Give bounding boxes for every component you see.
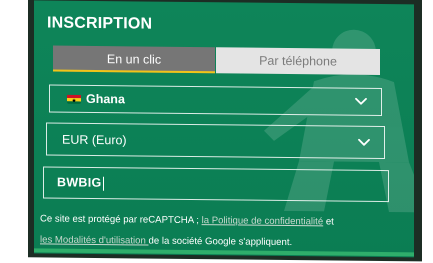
- country-value: Ghana: [86, 91, 125, 107]
- terms-of-use-link[interactable]: les Modalités d'utilisation: [40, 234, 148, 246]
- registration-screen: INSCRIPTION En un clic Par téléphone Gha…: [0, 0, 433, 263]
- text-cursor: [102, 176, 104, 191]
- country-select[interactable]: Ghana: [49, 84, 382, 117]
- recaptcha-text-1: Ce site est protégé par reCAPTCHA ;: [40, 213, 202, 227]
- recaptcha-text-3: de la société Google s'appliquent.: [148, 235, 293, 249]
- promo-code-input[interactable]: BWBIG: [43, 166, 389, 203]
- tab-one-click[interactable]: En un clic: [53, 45, 215, 74]
- tab-phone[interactable]: Par téléphone: [216, 47, 380, 75]
- promo-code-value: BWBIG: [57, 175, 104, 191]
- form-title: INSCRIPTION: [47, 14, 153, 33]
- ghana-flag-icon: [67, 94, 81, 104]
- registration-panel: INSCRIPTION En un clic Par téléphone Gha…: [0, 0, 433, 263]
- recaptcha-notice: Ce site est protégé par reCAPTCHA ; la P…: [40, 208, 400, 254]
- chevron-down-icon: [355, 97, 367, 105]
- currency-value: EUR (Euro): [62, 132, 127, 147]
- privacy-policy-link[interactable]: la Politique de confidentialité: [202, 215, 324, 227]
- recaptcha-text-2: et: [323, 216, 334, 228]
- chevron-down-icon: [358, 138, 370, 146]
- currency-select[interactable]: EUR (Euro): [46, 122, 385, 160]
